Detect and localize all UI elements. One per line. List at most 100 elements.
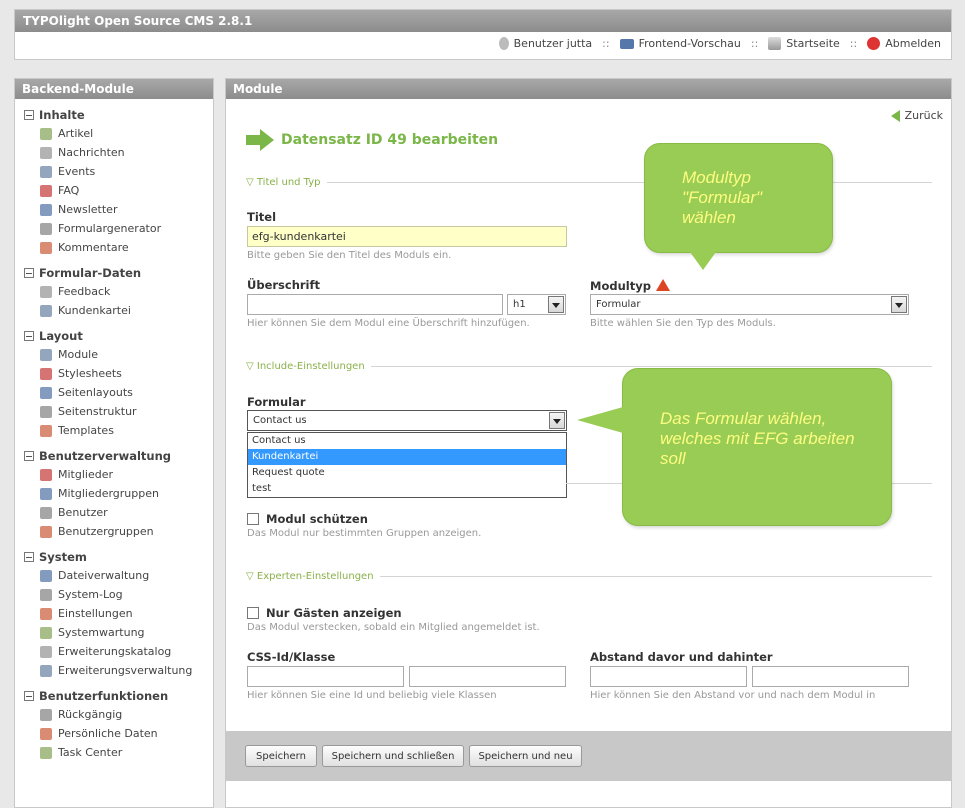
sidebar-item[interactable]: Events: [15, 162, 213, 181]
back-arrow-icon: [890, 109, 900, 122]
protect-checkbox[interactable]: [247, 513, 259, 525]
headline-label: Überschrift: [247, 278, 321, 292]
sidebar-group: System Dateiverwaltung System-Log Einstellu…: [15, 547, 213, 680]
sidebar: Backend-Module Inhalte Artikel Nachrichten…: [14, 78, 214, 808]
sidebar-item[interactable]: Einstellungen: [15, 604, 213, 623]
sidebar-item[interactable]: Artikel: [15, 124, 213, 143]
home-link[interactable]: Startseite: [768, 37, 840, 50]
module-icon: [40, 127, 52, 140]
sidebar-item[interactable]: Benutzer: [15, 503, 213, 522]
sidebar-group-title[interactable]: System: [15, 547, 213, 566]
save-new-button[interactable]: Speichern und neu: [469, 745, 582, 767]
chevron-down-icon[interactable]: [891, 296, 907, 313]
collapse-icon: ▽: [246, 360, 257, 372]
guests-checkbox[interactable]: [247, 607, 259, 619]
back-link[interactable]: Zurück: [890, 109, 943, 122]
collapse-toggle-icon[interactable]: [24, 109, 34, 120]
legend-expert[interactable]: ▽ Experten-Einstellungen: [246, 569, 932, 583]
chevron-down-icon[interactable]: [549, 412, 565, 429]
sidebar-item[interactable]: System-Log: [15, 585, 213, 604]
guests-checkbox-row[interactable]: Nur Gästen anzeigen: [247, 606, 402, 620]
sidebar-item[interactable]: Erweiterungsverwaltung: [15, 661, 213, 680]
module-icon: [40, 525, 52, 538]
page-heading: Datensatz ID 49 bearbeiten: [246, 129, 498, 151]
form-option[interactable]: test: [248, 481, 566, 497]
collapse-icon: ▽: [246, 176, 257, 188]
collapse-toggle-icon[interactable]: [24, 551, 34, 562]
sidebar-group-title[interactable]: Benutzerverwaltung: [15, 446, 213, 465]
chevron-down-icon[interactable]: [548, 296, 564, 313]
sidebar-group-title[interactable]: Layout: [15, 326, 213, 345]
sidebar-item[interactable]: Seitenlayouts: [15, 383, 213, 402]
save-close-button[interactable]: Speichern und schließen: [322, 745, 464, 767]
module-icon: [40, 424, 52, 437]
type-hint: Bitte wählen Sie den Typ des Moduls.: [590, 318, 776, 329]
guests-hint: Das Modul verstecken, sobald ein Mitglie…: [247, 622, 540, 633]
sidebar-item[interactable]: Systemwartung: [15, 623, 213, 642]
user-icon: [498, 37, 509, 50]
module-icon: [40, 165, 52, 178]
sidebar-item[interactable]: Seitenstruktur: [15, 402, 213, 421]
space-before-input[interactable]: [590, 666, 747, 687]
sidebar-item[interactable]: Rückgängig: [15, 705, 213, 724]
form-option[interactable]: Contact us: [248, 433, 566, 449]
headline-hint: Hier können Sie dem Modul eine Überschri…: [247, 318, 530, 329]
user-link[interactable]: Benutzer jutta: [498, 37, 592, 50]
sidebar-item[interactable]: Mitgliedergruppen: [15, 484, 213, 503]
css-class-input[interactable]: [409, 666, 566, 687]
collapse-toggle-icon[interactable]: [24, 690, 34, 701]
module-icon: [40, 222, 52, 235]
sidebar-item[interactable]: Dateiverwaltung: [15, 566, 213, 585]
sidebar-item[interactable]: Task Center: [15, 743, 213, 762]
save-button[interactable]: Speichern: [245, 745, 317, 767]
form-select[interactable]: Contact us: [247, 410, 567, 431]
protect-checkbox-row[interactable]: Modul schützen: [247, 512, 368, 526]
sidebar-item[interactable]: Benutzergruppen: [15, 522, 213, 541]
protect-hint: Das Modul nur bestimmten Gruppen anzeige…: [247, 528, 482, 539]
sidebar-item[interactable]: Templates: [15, 421, 213, 440]
module-icon: [40, 607, 52, 620]
headline-input[interactable]: [247, 294, 503, 315]
frontend-preview-link[interactable]: Frontend-Vorschau: [619, 37, 741, 50]
main-title: Module: [226, 79, 951, 99]
app-title: TYPOlight Open Source CMS 2.8.1: [15, 10, 951, 32]
title-input[interactable]: [247, 226, 567, 247]
sidebar-item[interactable]: Kundenkartei: [15, 301, 213, 320]
type-select[interactable]: Formular: [590, 294, 909, 315]
sidebar-group-title[interactable]: Benutzerfunktionen: [15, 686, 213, 705]
sidebar-item[interactable]: Nachrichten: [15, 143, 213, 162]
sidebar-item[interactable]: Formulargenerator: [15, 219, 213, 238]
sidebar-item[interactable]: Persönliche Daten: [15, 724, 213, 743]
headline-level-select[interactable]: h1: [507, 294, 566, 315]
form-options-list: Contact us Kundenkartei Request quote te…: [247, 432, 567, 498]
module-icon: [40, 348, 52, 361]
css-id-input[interactable]: [247, 666, 404, 687]
separator: ::: [750, 37, 759, 50]
module-icon: [40, 367, 52, 380]
module-icon: [40, 588, 52, 601]
sidebar-item[interactable]: Kommentare: [15, 238, 213, 257]
warning-icon: [655, 279, 670, 291]
sidebar-item[interactable]: Erweiterungskatalog: [15, 642, 213, 661]
sidebar-item[interactable]: Feedback: [15, 282, 213, 301]
form-option[interactable]: Request quote: [248, 465, 566, 481]
module-icon: [40, 746, 52, 759]
sidebar-group-title[interactable]: Inhalte: [15, 105, 213, 124]
collapse-toggle-icon[interactable]: [24, 450, 34, 461]
callout-modultyp: Modultyp "Formular" wählen: [644, 143, 833, 253]
button-bar: Speichern Speichern und schließen Speich…: [226, 731, 951, 781]
sidebar-item[interactable]: Mitglieder: [15, 465, 213, 484]
logout-link[interactable]: Abmelden: [867, 37, 941, 50]
collapse-toggle-icon[interactable]: [24, 267, 34, 278]
sidebar-group-title[interactable]: Formular-Daten: [15, 263, 213, 282]
module-icon: [40, 727, 52, 740]
separator: ::: [849, 37, 858, 50]
sidebar-group: Layout Module Stylesheets Seitenlayouts Seit…: [15, 326, 213, 440]
sidebar-item[interactable]: Stylesheets: [15, 364, 213, 383]
collapse-toggle-icon[interactable]: [24, 330, 34, 341]
sidebar-item[interactable]: FAQ: [15, 181, 213, 200]
sidebar-item[interactable]: Newsletter: [15, 200, 213, 219]
form-option-selected[interactable]: Kundenkartei: [248, 449, 566, 465]
space-after-input[interactable]: [752, 666, 909, 687]
sidebar-item[interactable]: Module: [15, 345, 213, 364]
